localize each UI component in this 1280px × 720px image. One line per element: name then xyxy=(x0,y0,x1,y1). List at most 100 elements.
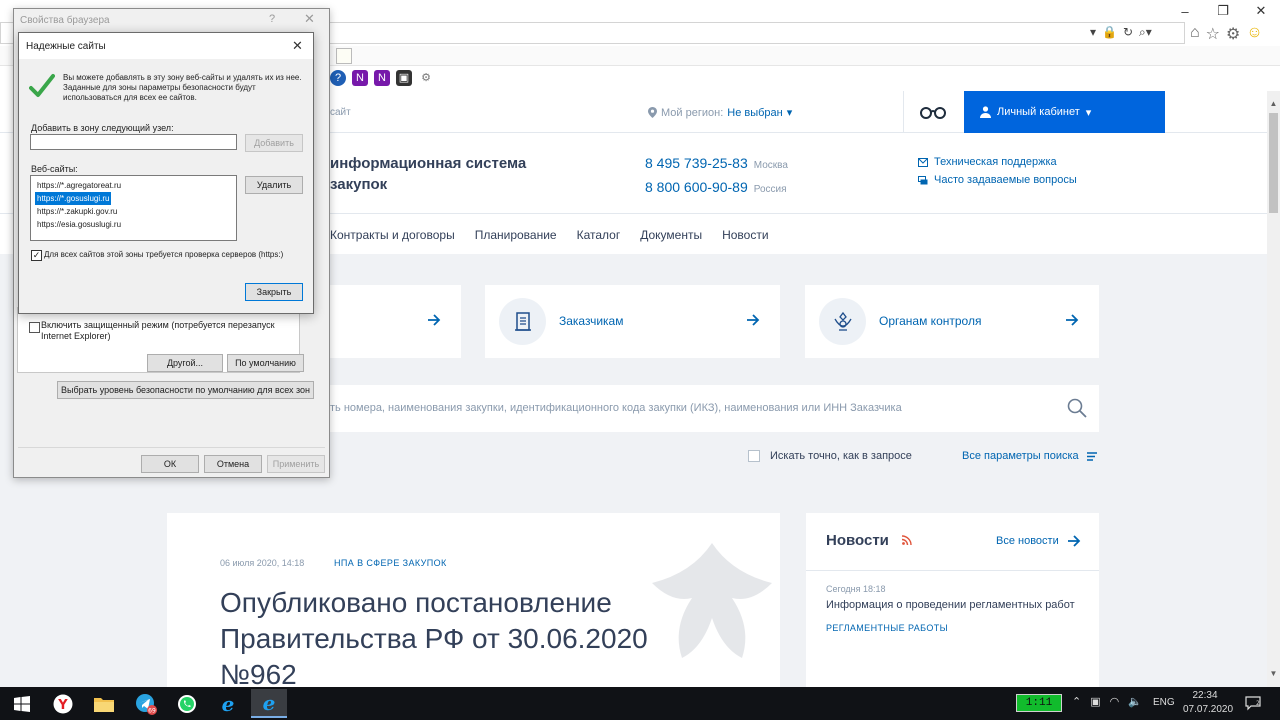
custom-level-button[interactable]: Другой... xyxy=(147,354,223,372)
apply-button[interactable]: Применить xyxy=(267,455,325,473)
exact-search-checkbox[interactable] xyxy=(748,450,760,462)
personal-cabinet-button[interactable]: Личный кабинет ▾ xyxy=(964,91,1165,133)
dropdown-icon[interactable]: ▾ xyxy=(1090,25,1096,40)
remove-button[interactable]: Удалить xyxy=(245,176,303,194)
language-indicator[interactable]: ENG xyxy=(1153,697,1175,708)
page-scrollbar[interactable]: ▲ ▼ xyxy=(1267,91,1280,687)
site-item[interactable]: https://*.zakupki.gov.ru xyxy=(35,205,119,218)
smiley-icon[interactable]: ☺ xyxy=(1246,24,1262,44)
card-customers-title: Заказчикам xyxy=(559,314,624,328)
wifi-icon[interactable]: ◠ xyxy=(1110,695,1120,708)
yandex-browser-icon[interactable]: Y xyxy=(45,689,81,718)
help-button[interactable]: ? xyxy=(269,13,275,25)
arrow-right-icon xyxy=(1066,314,1079,326)
news-title[interactable]: Опубликовано постановление Правительства… xyxy=(220,585,720,688)
sites-list[interactable]: https://*.agregatoreat.ru https://*.gosu… xyxy=(30,175,237,241)
news-item-tag[interactable]: РЕГЛАМЕНТНЫЕ РАБОТЫ xyxy=(826,623,948,633)
help-icon[interactable]: ? xyxy=(330,70,346,86)
filter-icon xyxy=(1086,451,1097,461)
close-button[interactable]: ✕ xyxy=(304,11,315,27)
internet-explorer-active-icon[interactable]: e xyxy=(251,689,287,718)
card-customers[interactable]: Заказчикам xyxy=(485,285,780,358)
nav-documents[interactable]: Документы xyxy=(640,228,702,242)
site-nav: Контракты и договоры Планирование Катало… xyxy=(330,228,769,242)
favorites-icon[interactable]: ☆ xyxy=(1206,24,1220,44)
home-icon[interactable]: ⌂ xyxy=(1190,24,1200,44)
faq-link[interactable]: Часто задаваемые вопросы xyxy=(918,174,1077,186)
minimize-button[interactable]: – xyxy=(1166,0,1204,22)
clip-icon[interactable]: ▣ xyxy=(396,70,412,86)
news-tag[interactable]: НПА В СФЕРЕ ЗАКУПОК xyxy=(334,558,447,568)
news-sidebar-title: Новости xyxy=(826,532,889,549)
user-icon xyxy=(980,106,991,118)
chevron-up-icon[interactable]: ⌃ xyxy=(1072,695,1081,708)
news-item-date: Сегодня 18:18 xyxy=(826,584,886,594)
search-icon[interactable] xyxy=(1067,398,1087,418)
lock-icon[interactable]: 🔒 xyxy=(1102,25,1117,40)
arrow-right-icon xyxy=(428,314,441,326)
rss-icon[interactable] xyxy=(902,535,912,545)
phone-moscow[interactable]: 8 495 739-25-83 Москва xyxy=(645,155,788,171)
battery-time-indicator[interactable]: 1:11 xyxy=(1016,694,1062,712)
windows-start-icon[interactable] xyxy=(4,689,40,718)
ok-button[interactable]: ОК xyxy=(141,455,199,473)
telegram-icon[interactable]: 69 xyxy=(128,689,164,718)
phone-russia[interactable]: 8 800 600-90-89 Россия xyxy=(645,179,787,195)
card-control[interactable]: Органам контроля xyxy=(805,285,1099,358)
file-explorer-icon[interactable] xyxy=(86,689,122,718)
scroll-up-icon[interactable]: ▲ xyxy=(1267,97,1280,111)
site-item-selected[interactable]: https://*.gosuslugi.ru xyxy=(35,192,112,205)
nav-news[interactable]: Новости xyxy=(722,228,768,242)
search-dropdown-icon[interactable]: ⌕▾ xyxy=(1139,25,1152,40)
tray-app-icon[interactable]: ▣ xyxy=(1090,695,1100,708)
notification-center-icon[interactable]: 2 xyxy=(1245,695,1261,711)
onenote-icon[interactable]: N xyxy=(352,70,368,86)
protected-mode-label: Включить защищенный режим (потребуется п… xyxy=(41,320,275,341)
glasses-icon[interactable] xyxy=(918,104,948,120)
close-dialog-button[interactable]: Закрыть xyxy=(245,283,303,301)
clock[interactable]: 22:34 07.07.2020 xyxy=(1183,689,1233,717)
new-tab-button[interactable] xyxy=(336,48,352,64)
maximize-button[interactable]: ❐ xyxy=(1204,0,1242,22)
whatsapp-icon[interactable] xyxy=(169,689,205,718)
divider xyxy=(18,447,325,448)
region-value[interactable]: Не выбран xyxy=(727,107,782,119)
gear-icon[interactable]: ⚙ xyxy=(418,70,434,86)
info-text: Вы можете добавлять в эту зону веб-сайты… xyxy=(63,73,302,102)
svg-text:e: e xyxy=(263,693,276,713)
arrow-right-icon xyxy=(1067,535,1081,547)
add-button[interactable]: Добавить xyxy=(245,134,303,152)
volume-icon[interactable]: 🔈 xyxy=(1128,695,1142,708)
telegram-badge: 69 xyxy=(148,707,156,714)
region-selector[interactable]: Мой регион: Не выбран ▾ xyxy=(648,106,792,119)
protected-mode-checkbox[interactable] xyxy=(29,322,40,333)
site-item[interactable]: https://esia.gosuslugi.ru xyxy=(35,218,123,231)
default-all-zones-button[interactable]: Выбрать уровень безопасности по умолчани… xyxy=(57,381,314,399)
search-input[interactable]: ть номера, наименования закупки, идентиф… xyxy=(330,385,1099,432)
add-site-input[interactable] xyxy=(30,134,237,150)
mail-icon xyxy=(918,157,928,167)
settings-icon[interactable]: ⚙ xyxy=(1226,24,1240,44)
news-item-title[interactable]: Информация о проведении регламентных раб… xyxy=(826,599,1075,611)
all-search-params-link[interactable]: Все параметры поиска xyxy=(962,450,1097,462)
svg-text:e: e xyxy=(222,694,235,714)
scroll-down-icon[interactable]: ▼ xyxy=(1267,667,1280,681)
https-required-checkbox[interactable]: ✓ xyxy=(31,250,42,261)
sitemap-link[interactable]: сайт xyxy=(330,107,351,118)
nav-planning[interactable]: Планирование xyxy=(475,228,557,242)
nav-catalog[interactable]: Каталог xyxy=(577,228,621,242)
scroll-thumb[interactable] xyxy=(1269,113,1278,213)
support-link[interactable]: Техническая поддержка xyxy=(918,156,1057,168)
refresh-icon[interactable]: ↻ xyxy=(1123,25,1133,40)
onenote-send-icon[interactable]: N xyxy=(374,70,390,86)
default-level-button[interactable]: По умолчанию xyxy=(227,354,304,372)
close-icon[interactable]: ✕ xyxy=(292,38,303,54)
internet-explorer-icon[interactable]: e xyxy=(210,689,246,718)
all-news-link[interactable]: Все новости xyxy=(996,534,1081,548)
site-item[interactable]: https://*.agregatoreat.ru xyxy=(35,179,123,192)
close-window-button[interactable]: ✕ xyxy=(1242,0,1280,22)
main-news-card[interactable]: 06 июля 2020, 14:18 НПА В СФЕРЕ ЗАКУПОК … xyxy=(167,513,780,688)
nav-contracts[interactable]: Контракты и договоры xyxy=(330,228,455,242)
card-suppliers[interactable] xyxy=(330,285,461,358)
cancel-button[interactable]: Отмена xyxy=(204,455,262,473)
